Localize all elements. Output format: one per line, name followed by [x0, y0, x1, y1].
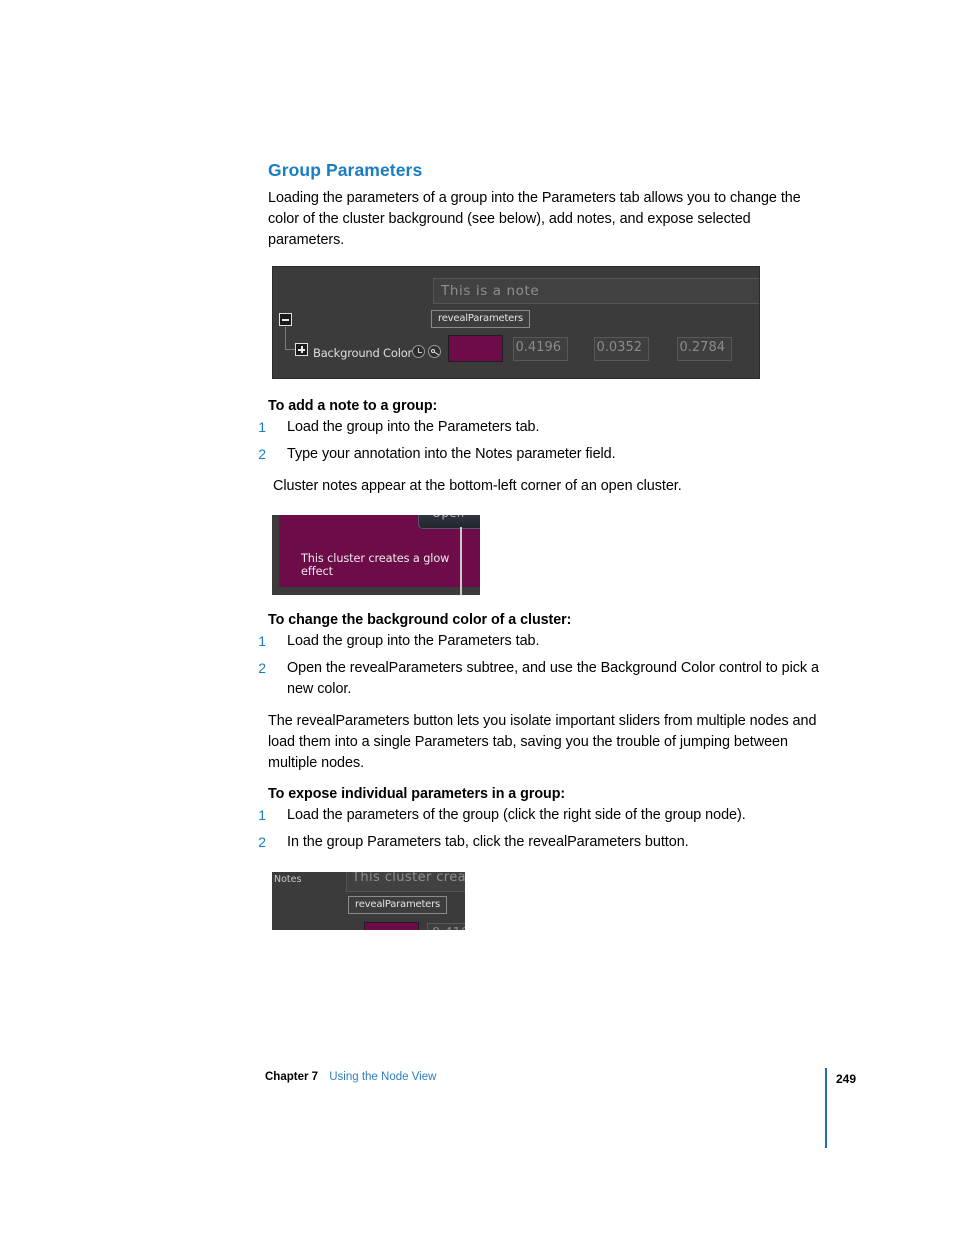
step-number: 1 — [258, 419, 266, 435]
notes-input-value: This cluster crea — [352, 872, 465, 885]
color-value-green: 0.0352 — [596, 340, 643, 355]
procedure-change-background-title: To change the background color of a clus… — [268, 612, 572, 628]
notes-input-value: This is a note — [441, 283, 540, 299]
background-color-label: Background Color — [313, 346, 413, 360]
color-value-blue: 0.2784 — [679, 340, 726, 355]
procedure-expose-parameters: To expose individual parameters in a gro… — [258, 786, 828, 859]
key-icon[interactable] — [428, 345, 441, 358]
list-item: 1 Load the group into the Parameters tab… — [258, 417, 828, 438]
page-number: 249 — [836, 1072, 857, 1086]
list-item: 2 Open the revealParameters subtree, and… — [258, 658, 828, 700]
procedure-expose-parameters-title: To expose individual parameters in a gro… — [268, 786, 566, 802]
footer-rule — [825, 1068, 827, 1148]
procedure-add-note-steps: 1 Load the group into the Parameters tab… — [258, 417, 828, 465]
procedure-expose-parameters-steps: 1 Load the parameters of the group (clic… — [258, 805, 828, 853]
procedure-change-background: To change the background color of a clus… — [258, 612, 828, 774]
figure-cropped-parameters-panel: Notes This cluster crea revealParameters… — [272, 872, 465, 930]
step-text: Load the parameters of the group (click … — [287, 807, 746, 823]
step-text: In the group Parameters tab, click the r… — [287, 834, 689, 850]
cluster-divider — [460, 527, 462, 595]
procedure-change-background-steps: 1 Load the group into the Parameters tab… — [258, 631, 828, 700]
list-item: 2 In the group Parameters tab, click the… — [258, 832, 828, 853]
color-value-field-blue[interactable]: 0.2784 — [677, 337, 732, 361]
list-item: 2 Type your annotation into the Notes pa… — [258, 444, 828, 465]
footer-chapter-title: Using the Node View — [329, 1071, 437, 1083]
step-number: 1 — [258, 807, 266, 823]
clock-icon[interactable] — [412, 345, 425, 358]
footer-chapter: Chapter 7 — [265, 1071, 319, 1083]
tree-connector-vertical — [285, 327, 286, 350]
color-value-red: 0.4196 — [432, 926, 465, 930]
page-title: Group Parameters — [268, 160, 423, 180]
procedure-add-note-note: Cluster notes appear at the bottom-left … — [273, 478, 682, 494]
content-column: Group Parameters Loading the parameters … — [268, 160, 828, 251]
step-text: Type your annotation into the Notes para… — [287, 446, 616, 462]
procedure-add-note-title: To add a note to a group: — [268, 398, 438, 414]
background-color-swatch[interactable] — [448, 335, 503, 362]
notes-input[interactable]: This is a note — [433, 278, 759, 304]
notes-label: Notes — [274, 874, 302, 885]
background-color-swatch[interactable] — [364, 922, 419, 930]
step-number: 1 — [258, 633, 266, 649]
color-value-red: 0.4196 — [515, 340, 562, 355]
color-value-field-red[interactable]: 0.4196 — [427, 923, 465, 930]
plus-box-icon[interactable] — [295, 343, 308, 356]
minus-box-icon[interactable] — [279, 313, 292, 326]
notes-input[interactable]: This cluster crea — [346, 872, 465, 892]
section-intro-paragraph: Loading the parameters of a group into t… — [268, 190, 801, 248]
step-number: 2 — [258, 834, 266, 850]
open-button-label: Open — [432, 515, 465, 520]
figure-cluster-note: This cluster creates a glow effect Open — [272, 515, 480, 595]
cluster-note-text: This cluster creates a glow effect — [301, 552, 450, 578]
list-item: 1 Load the group into the Parameters tab… — [258, 631, 828, 652]
list-item: 1 Load the parameters of the group (clic… — [258, 805, 828, 826]
color-value-field-green[interactable]: 0.0352 — [594, 337, 649, 361]
color-value-field-red[interactable]: 0.4196 — [513, 337, 568, 361]
procedure-add-note: To add a note to a group: 1 Load the gro… — [258, 398, 828, 497]
open-button[interactable]: Open — [418, 515, 480, 529]
step-text: Open the revealParameters subtree, and u… — [287, 660, 819, 697]
step-number: 2 — [258, 446, 266, 462]
figure-parameters-panel: Notes This is a note revealParameters Ba… — [272, 266, 760, 379]
step-text: Load the group into the Parameters tab. — [287, 633, 540, 649]
reveal-parameters-button[interactable]: revealParameters — [431, 310, 531, 328]
document-page: Group Parameters Loading the parameters … — [0, 0, 954, 1235]
reveal-parameters-button[interactable]: revealParameters — [348, 896, 448, 914]
step-text: Load the group into the Parameters tab. — [287, 419, 540, 435]
step-number: 2 — [258, 660, 266, 676]
page-footer: Chapter 7 Using the Node View — [265, 1071, 865, 1083]
procedure-change-background-note: The revealParameters button lets you iso… — [268, 713, 817, 771]
